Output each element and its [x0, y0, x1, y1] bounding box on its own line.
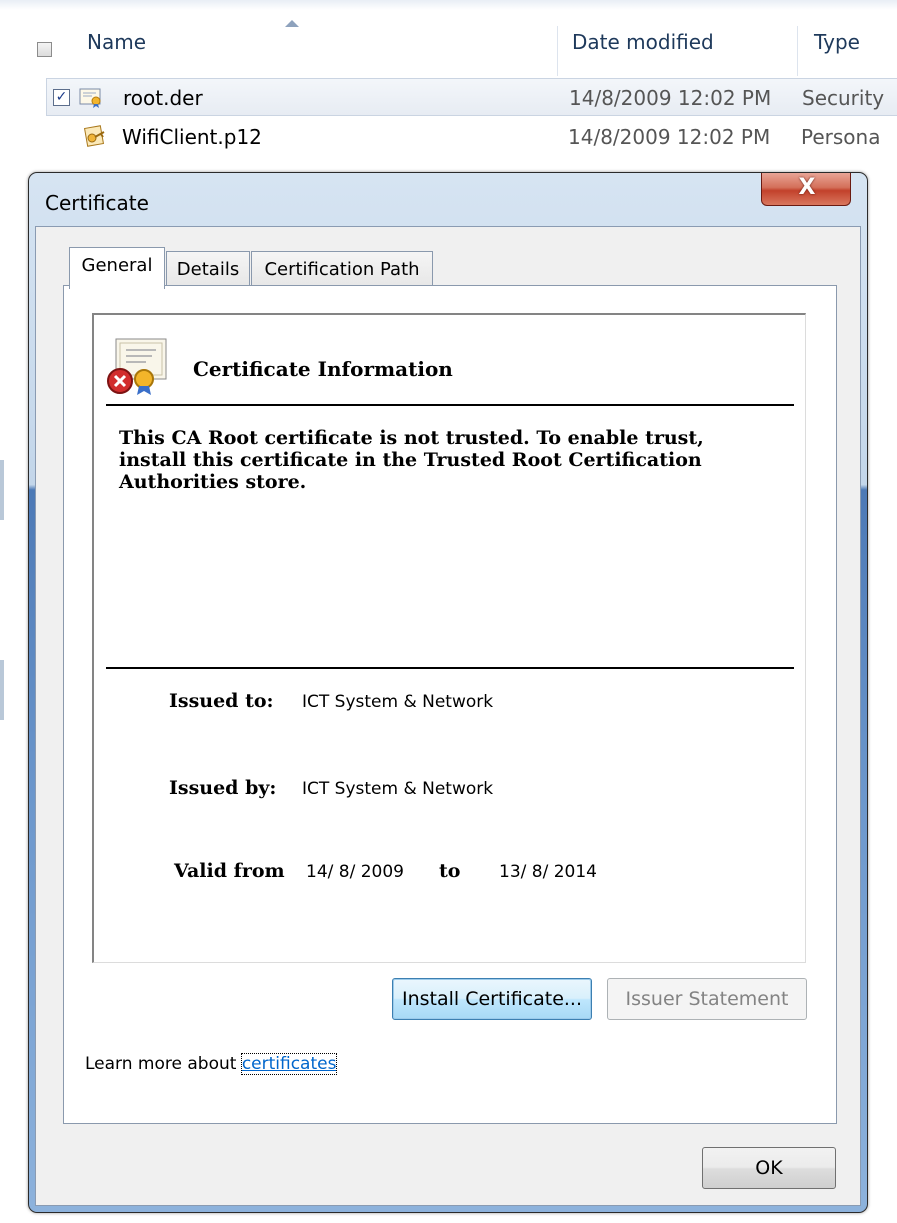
file-name: root.der: [123, 86, 203, 110]
certificate-info-heading: Certificate Information: [193, 357, 453, 381]
column-separator[interactable]: [797, 26, 798, 76]
valid-from-label: Valid from: [174, 860, 285, 882]
file-type: Security: [802, 86, 885, 110]
background-window-edge: [0, 460, 4, 520]
learn-more-text: Learn more about: [85, 1054, 242, 1074]
certificates-link[interactable]: certificates: [240, 1053, 338, 1075]
learn-more-line: Learn more about certificates: [85, 1053, 338, 1075]
issuer-statement-button[interactable]: Issuer Statement: [607, 978, 807, 1020]
valid-to-value: 13/ 8/ 2014: [499, 862, 597, 882]
valid-to-label: to: [439, 860, 461, 882]
tab-certification-path[interactable]: Certification Path: [251, 251, 433, 289]
explorer-top-border: [0, 0, 897, 10]
file-row-wificlient-p12[interactable]: WifiClient.p12 14/8/2009 12:02 PM Person…: [46, 118, 897, 156]
heading-divider: [106, 404, 794, 406]
column-header-bar: Name Date modified Type: [0, 12, 897, 76]
pfx-file-icon: [83, 125, 105, 147]
file-row-root-der[interactable]: ✓ root.der 14/8/2009 12:02 PM Security: [46, 78, 897, 116]
column-header-date-modified[interactable]: Date modified: [572, 30, 714, 54]
trust-warning-text: This CA Root certificate is not trusted.…: [119, 427, 704, 493]
background-window-edge: [0, 660, 4, 720]
close-icon: X: [798, 175, 816, 200]
issued-to-value: ICT System & Network: [302, 692, 494, 712]
column-header-type[interactable]: Type: [814, 30, 860, 54]
tab-general[interactable]: General: [69, 247, 165, 289]
dialog-title: Certificate: [45, 191, 149, 215]
select-all-checkbox[interactable]: [37, 42, 52, 57]
valid-from-value: 14/ 8/ 2009: [306, 862, 404, 882]
column-header-name[interactable]: Name: [87, 30, 146, 54]
dialog-client-area: General Details Certification Path Certi…: [35, 226, 861, 1206]
issued-by-value: ICT System & Network: [302, 779, 494, 799]
column-separator[interactable]: [557, 26, 558, 76]
details-divider: [106, 667, 794, 669]
install-certificate-button[interactable]: Install Certificate...: [392, 978, 592, 1020]
general-tab-panel: Certificate Information This CA Root cer…: [63, 285, 837, 1124]
file-date: 14/8/2009 12:02 PM: [569, 86, 772, 110]
untrusted-certificate-icon: [107, 338, 167, 395]
file-checkbox[interactable]: ✓: [53, 89, 70, 106]
certificate-file-icon: [79, 88, 101, 108]
certificate-info-box: Certificate Information This CA Root cer…: [92, 313, 806, 963]
certificate-dialog: Certificate X General Details Certificat…: [28, 172, 868, 1213]
issued-to-label: Issued to:: [169, 690, 274, 712]
tab-details[interactable]: Details: [166, 251, 250, 289]
file-type: Persona: [801, 125, 881, 149]
file-date: 14/8/2009 12:02 PM: [568, 125, 771, 149]
close-button[interactable]: X: [761, 173, 851, 206]
ok-button[interactable]: OK: [702, 1147, 836, 1189]
file-name: WifiClient.p12: [122, 125, 262, 149]
sort-ascending-icon: [285, 20, 299, 27]
issued-by-label: Issued by:: [169, 777, 277, 799]
